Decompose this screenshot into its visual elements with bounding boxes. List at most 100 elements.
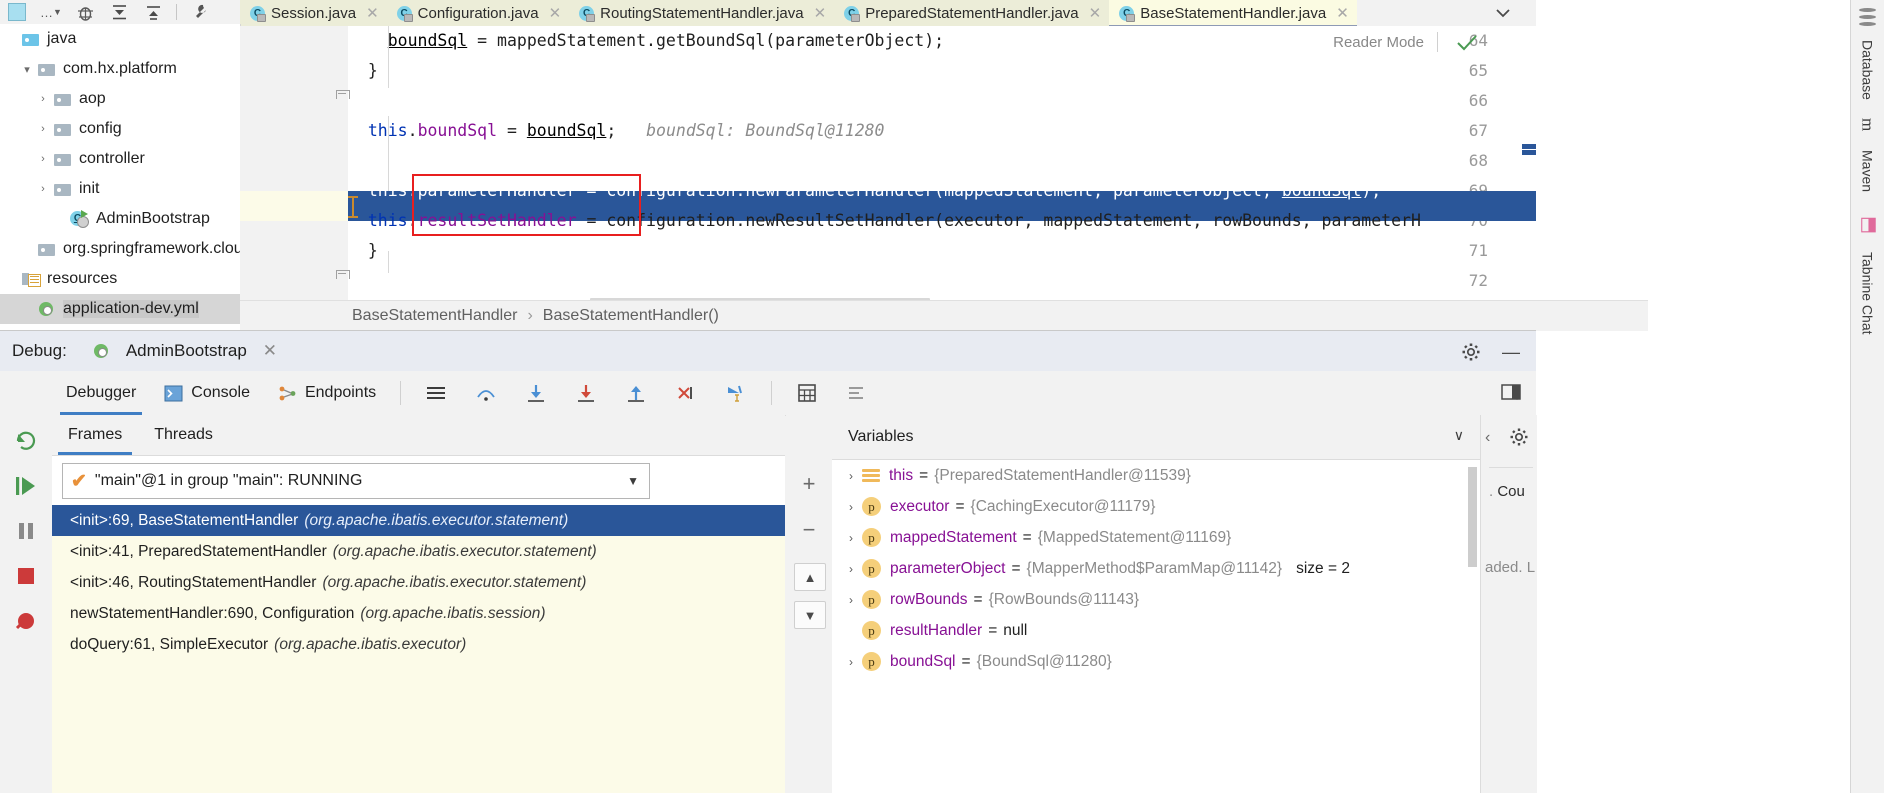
project-tree-item-resources[interactable]: resources [0, 264, 240, 294]
tool-window-maven[interactable]: Maven [1851, 140, 1884, 202]
thread-selector-dropdown[interactable]: ✔ "main"@1 in group "main": RUNNING ▼ [62, 463, 650, 499]
variables-scrollbar[interactable] [1468, 467, 1477, 567]
ellipsis-dropdown-icon[interactable]: … ▼ [34, 1, 68, 23]
view-breakpoints-button[interactable] [10, 605, 42, 637]
rerun-button[interactable] [10, 425, 42, 457]
chevron-down-icon[interactable]: ▼ [627, 474, 639, 488]
collapse-grip-icon[interactable]: ‹ [1485, 429, 1490, 447]
tab-endpoints[interactable]: Endpoints [264, 371, 390, 415]
code-text[interactable]: boundSql = mappedStatement.getBoundSql(p… [348, 26, 1536, 300]
editor-marker[interactable] [1522, 150, 1536, 155]
debug-settings-gear-icon[interactable] [1460, 341, 1482, 363]
variable-row[interactable]: › p rowBounds = {RowBounds@11143} [832, 584, 1480, 615]
close-tab-icon[interactable]: ✕ [549, 4, 562, 22]
database-icon[interactable] [1859, 8, 1876, 28]
add-watch-button[interactable]: + [796, 471, 822, 497]
editor-tab-routingstatementhandler[interactable]: CRoutingStatementHandler.java ✕ [569, 0, 835, 26]
editor-tab-preparedstatementhandler[interactable]: CPreparedStatementHandler.java ✕ [834, 0, 1110, 26]
variables-list[interactable]: › this = {PreparedStatementHandler@11539} › p… [832, 460, 1480, 677]
frame-item[interactable]: <init>:69, BaseStatementHandler (org.apac… [52, 505, 785, 536]
expand-arrow-icon[interactable]: › [32, 123, 54, 135]
expand-arrow-icon[interactable]: › [32, 183, 54, 195]
expand-arrow-icon[interactable]: ▾ [16, 63, 38, 76]
frames-list[interactable]: <init>:69, BaseStatementHandler (org.apac… [52, 505, 785, 793]
frame-item[interactable]: <init>:46, RoutingStatementHandler (org.a… [52, 567, 785, 598]
stop-program-button[interactable] [10, 560, 42, 592]
expand-arrow-icon[interactable]: › [32, 153, 54, 165]
step-into-button[interactable] [511, 371, 561, 415]
expand-chevron-icon[interactable]: › [840, 562, 862, 576]
breadcrumb[interactable]: BaseStatementHandler › BaseStatementHand… [240, 300, 1648, 331]
tab-frames[interactable]: Frames [52, 415, 138, 455]
variable-row[interactable]: › p executor = {CachingExecutor@11179} [832, 491, 1480, 522]
step-out-button[interactable] [611, 371, 661, 415]
run-to-cursor-button[interactable] [711, 371, 761, 415]
expand-chevron-icon[interactable]: › [840, 469, 862, 483]
tabnine-icon[interactable]: ◨ [1851, 212, 1884, 236]
breadcrumb-item-method[interactable]: BaseStatementHandler() [543, 307, 719, 325]
move-watch-up-button[interactable]: ▲ [794, 563, 826, 591]
bug-icon[interactable] [68, 1, 102, 23]
project-tree-item-application-dev-yml[interactable]: application-dev.yml [0, 294, 240, 324]
close-tab-icon[interactable]: ✕ [1089, 4, 1102, 22]
layout-restore-icon[interactable] [1500, 382, 1522, 406]
frame-item[interactable]: doQuery:61, SimpleExecutor (org.apache.ib… [52, 629, 785, 660]
expand-chevron-icon[interactable]: › [840, 593, 862, 607]
maven-m-icon[interactable]: m [1851, 112, 1884, 138]
tab-debugger[interactable]: Debugger [52, 371, 150, 415]
drop-frame-button[interactable] [661, 371, 711, 415]
hide-panel-icon[interactable]: — [1500, 341, 1522, 363]
editor-marker[interactable] [1522, 144, 1536, 149]
close-icon[interactable]: ✕ [263, 341, 277, 361]
mute-breakpoints-button[interactable] [832, 371, 882, 415]
frame-item[interactable]: <init>:41, PreparedStatementHandler (org.… [52, 536, 785, 567]
expand-chevron-icon[interactable]: › [840, 500, 862, 514]
code-line-71[interactable]: } [348, 236, 378, 266]
project-tree-panel[interactable]: java ▾ com.hx.platform › aop › config › controll… [0, 24, 241, 329]
frame-item[interactable]: newStatementHandler:690, Configuration (o… [52, 598, 785, 629]
code-line-69[interactable]: this.parameterHandler = configuration.ne… [348, 176, 1381, 206]
variable-row[interactable]: › p mappedStatement = {MappedStatement@11169… [832, 522, 1480, 553]
project-tree-item-config[interactable]: › config [0, 114, 240, 144]
breadcrumb-item-class[interactable]: BaseStatementHandler [352, 307, 517, 325]
module-square-icon[interactable] [0, 1, 34, 23]
editor-tab-basestatementhandler[interactable]: CBaseStatementHandler.java ✕ [1109, 0, 1357, 28]
project-tree-item-aop[interactable]: › aop [0, 84, 240, 114]
move-watch-down-button[interactable]: ▼ [794, 601, 826, 629]
project-tree-item-controller[interactable]: › controller [0, 144, 240, 174]
expand-arrow-icon[interactable]: › [32, 93, 54, 105]
project-tree-item-org-springframework-clou[interactable]: org.springframework.clou [0, 234, 240, 264]
expand-all-icon[interactable] [136, 1, 170, 23]
tool-window-tabnine-chat[interactable]: Tabnine Chat [1851, 238, 1884, 348]
editor-tab-configuration[interactable]: CConfiguration.java ✕ [386, 0, 570, 26]
remove-watch-button[interactable]: − [796, 517, 822, 543]
inspection-check-icon[interactable] [1456, 34, 1478, 58]
tab-threads[interactable]: Threads [138, 415, 229, 455]
collapse-all-icon[interactable] [102, 1, 136, 23]
force-step-into-button[interactable] [561, 371, 611, 415]
code-line-64[interactable]: boundSql = mappedStatement.getBoundSql(p… [348, 26, 944, 56]
project-tree-item-java[interactable]: java [0, 24, 240, 54]
project-tree-item-adminbootstrap[interactable]: C AdminBootstrap [0, 204, 240, 234]
variable-row[interactable]: › p boundSql = {BoundSql@11280} [832, 646, 1480, 677]
project-tree-item-com-hx-platform[interactable]: ▾ com.hx.platform [0, 54, 240, 84]
pause-program-button[interactable] [10, 515, 42, 547]
layout-settings-button[interactable] [411, 371, 461, 415]
close-tab-icon[interactable]: ✕ [1336, 4, 1349, 22]
expand-chevron-icon[interactable]: › [840, 655, 862, 669]
code-line-67[interactable]: this.boundSql = boundSql; boundSql: Boun… [348, 116, 885, 146]
close-tab-icon[interactable]: ✕ [366, 4, 379, 22]
step-over-button[interactable] [461, 371, 511, 415]
close-tab-icon[interactable]: ✕ [814, 4, 827, 22]
tab-list-chevron-icon[interactable] [1490, 2, 1516, 24]
resume-program-button[interactable] [10, 470, 42, 502]
code-line-65[interactable]: } [348, 56, 378, 86]
code-line-70[interactable]: this.resultSetHandler = configuration.ne… [348, 206, 1421, 236]
variable-row[interactable]: › this = {PreparedStatementHandler@11539} [832, 460, 1480, 491]
project-tree-item-init[interactable]: › init [0, 174, 240, 204]
variables-collapse-chevron-icon[interactable]: ∨ [1454, 427, 1464, 444]
editor-tab-session[interactable]: C Session.java ✕ [240, 0, 387, 26]
settings-wrench-icon[interactable] [183, 1, 217, 23]
evaluate-expression-button[interactable] [782, 371, 832, 415]
editor-gutter[interactable] [240, 26, 348, 300]
